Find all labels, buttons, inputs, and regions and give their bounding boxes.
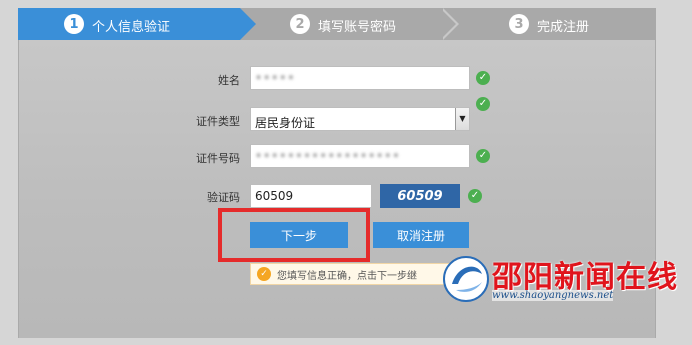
id-type-value: 居民身份证 xyxy=(255,116,316,130)
tip-text: 您填写信息正确，点击下一步继 xyxy=(277,270,417,282)
success-tip: ✓ 您填写信息正确，点击下一步继 xyxy=(250,263,465,285)
name-value: ••••• xyxy=(255,71,296,85)
captcha-image[interactable]: 60509 xyxy=(380,184,460,208)
step-3-number: 3 xyxy=(509,14,529,34)
captcha-value: 60509 xyxy=(255,189,294,203)
captcha-input[interactable]: 60509 xyxy=(250,184,372,208)
dropdown-arrow-icon[interactable]: ▼ xyxy=(455,108,469,130)
step-3-label: 完成注册 xyxy=(537,20,590,35)
id-type-select[interactable]: 居民身份证 ▼ xyxy=(250,107,470,131)
id-number-label: 证件号码 xyxy=(196,152,240,165)
id-number-input[interactable]: •••••••••••••••••• xyxy=(250,144,470,168)
check-circle-icon: ✓ xyxy=(257,267,271,281)
step-separator-inner xyxy=(440,8,456,40)
name-valid-check-icon: ✓ xyxy=(476,71,490,85)
id-number-valid-check-icon: ✓ xyxy=(476,149,490,163)
cancel-registration-button[interactable]: 取消注册 xyxy=(373,222,469,248)
id-type-valid-check-icon: ✓ xyxy=(476,97,490,111)
id-type-label: 证件类型 xyxy=(196,115,240,128)
step-1-number: 1 xyxy=(64,14,84,34)
step-1-arrow xyxy=(240,8,256,40)
captcha-label: 验证码 xyxy=(207,191,240,204)
step-1-label: 个人信息验证 xyxy=(92,20,171,35)
captcha-valid-check-icon: ✓ xyxy=(468,189,482,203)
name-label: 姓名 xyxy=(218,74,240,87)
step-2-number: 2 xyxy=(290,14,310,34)
step-2-label: 填写账号密码 xyxy=(318,20,397,35)
step-progress-bar: 1 个人信息验证 2 填写账号密码 3 完成注册 xyxy=(18,8,656,40)
id-number-value: •••••••••••••••••• xyxy=(255,149,401,163)
watermark-url: www.shaoyangnews.net xyxy=(492,290,614,301)
name-input[interactable]: ••••• xyxy=(250,66,470,90)
watermark-logo-icon xyxy=(443,256,489,302)
highlight-box xyxy=(218,208,370,262)
